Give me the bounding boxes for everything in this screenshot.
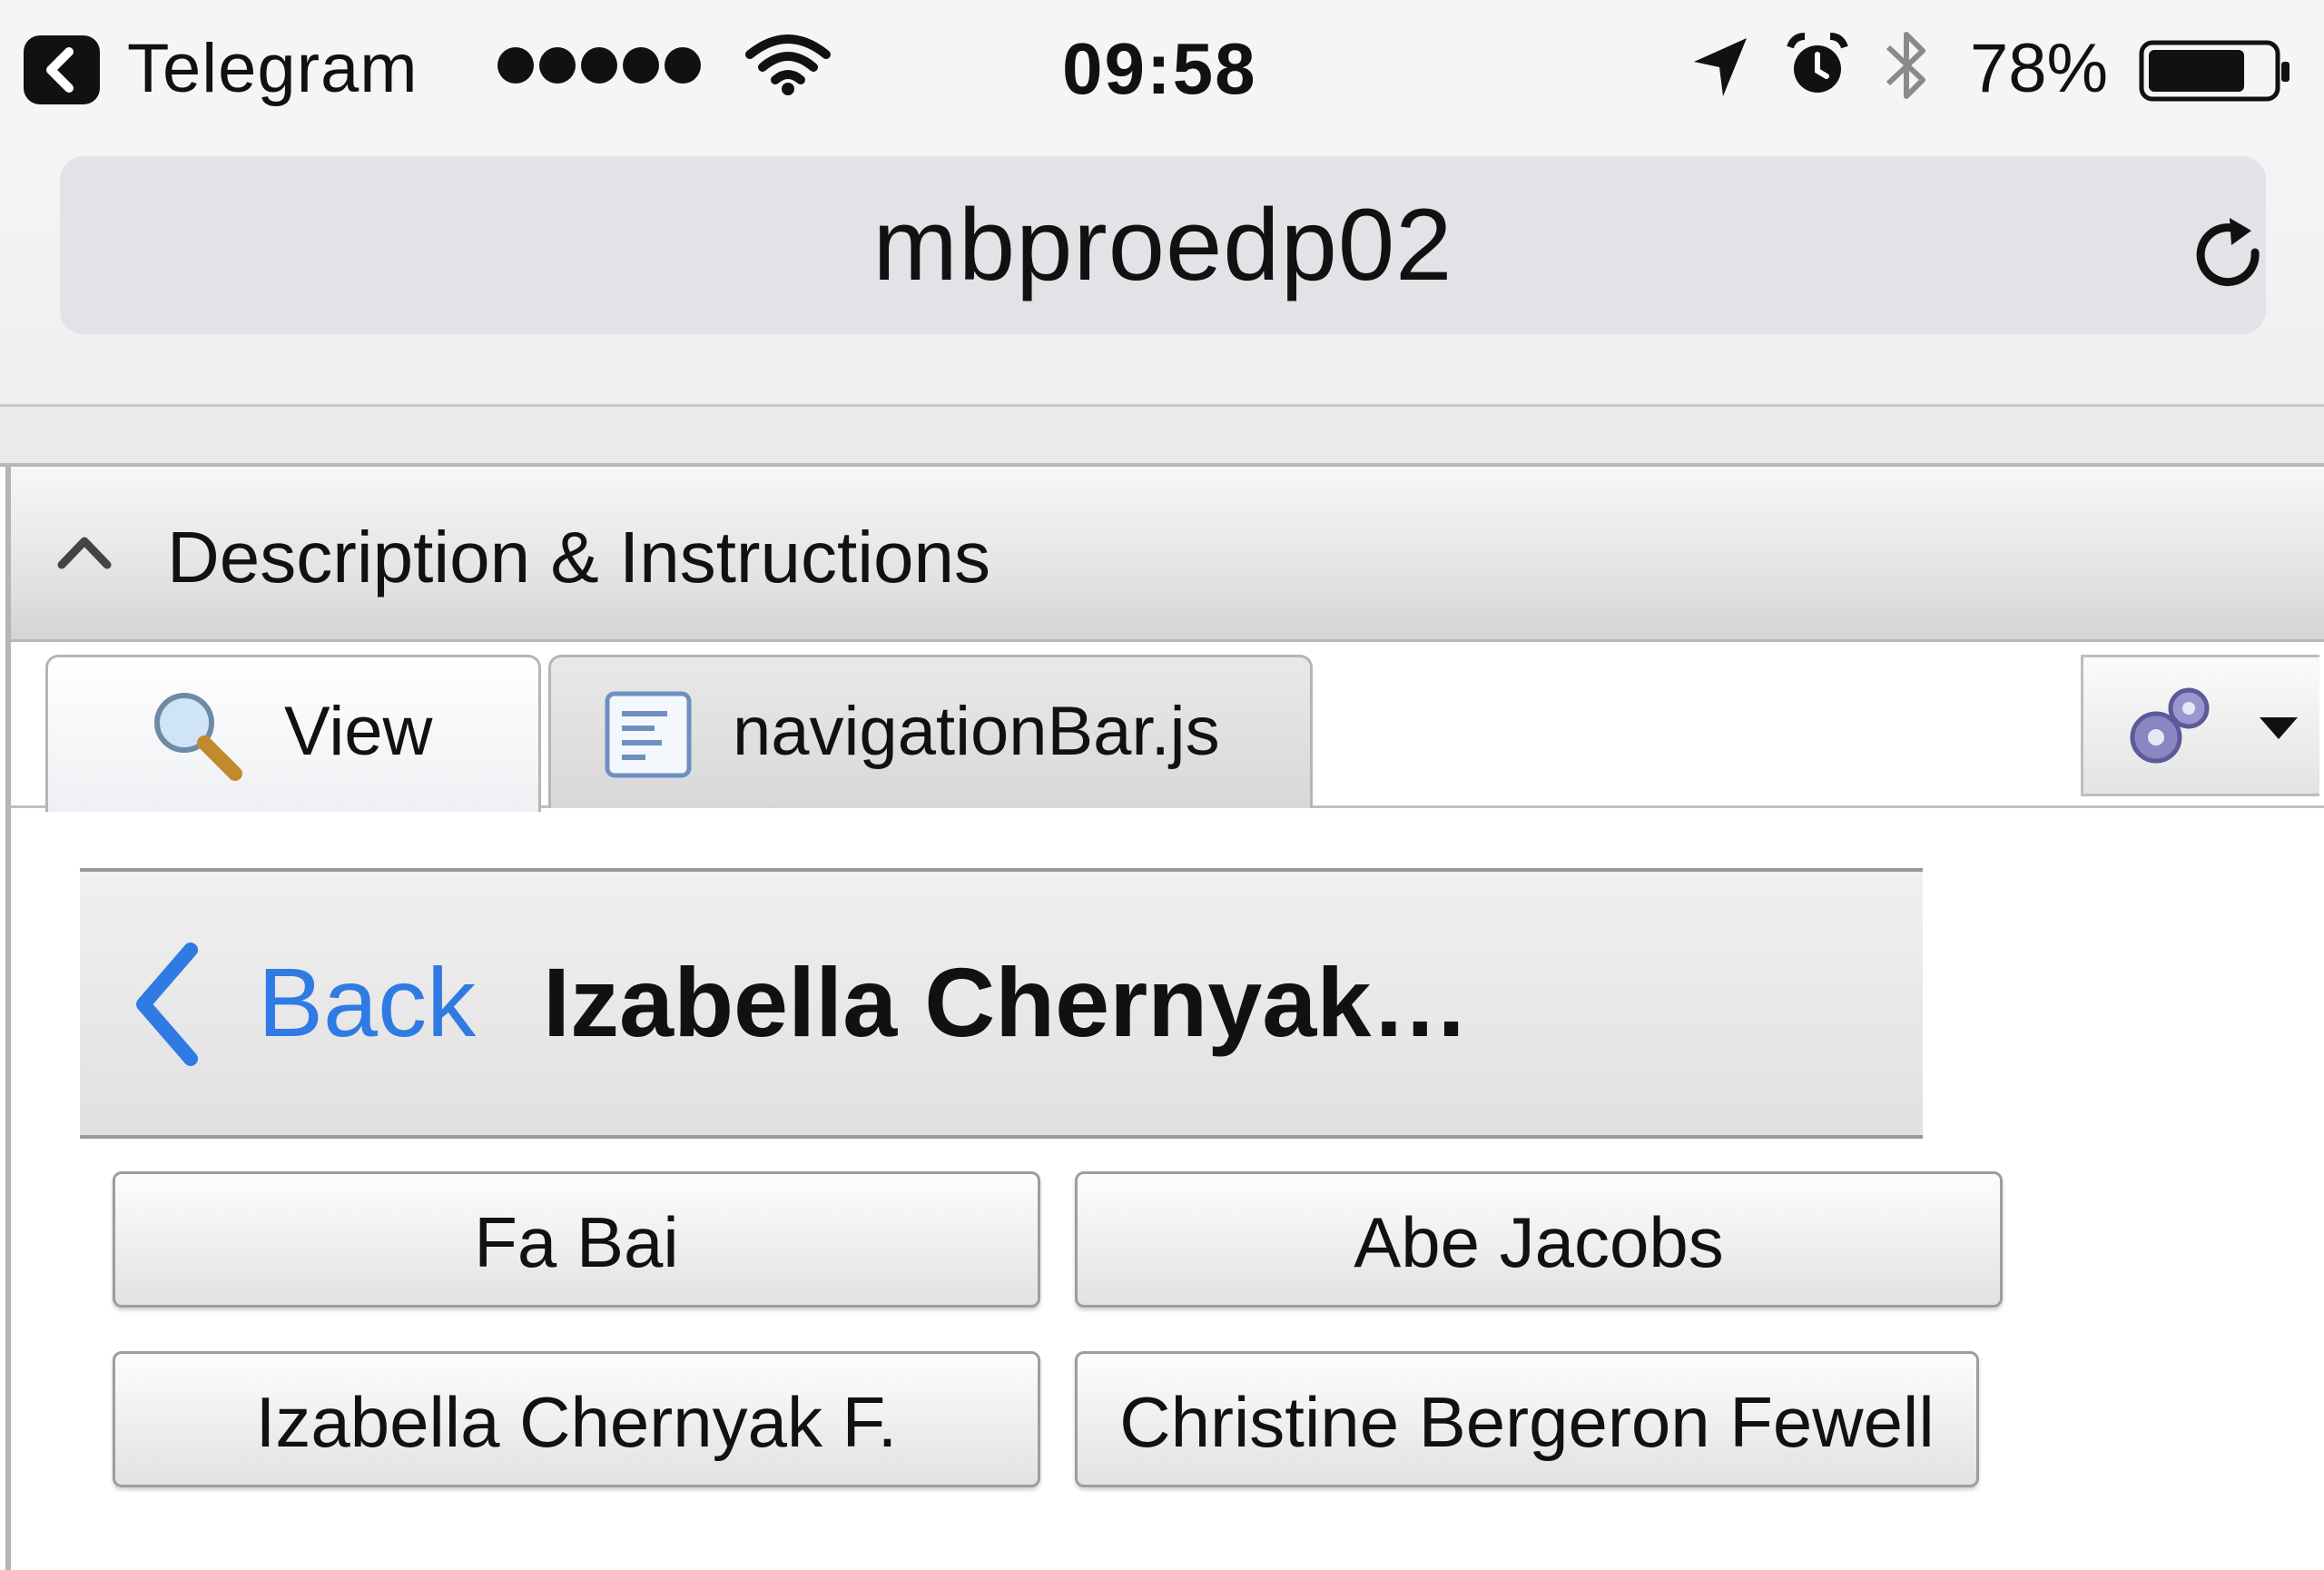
address-bar[interactable]: mbproedp02 [60, 156, 2266, 334]
contact-button[interactable]: Abe Jacobs [1075, 1171, 2003, 1308]
battery-percent: 78% [1970, 30, 2109, 107]
clock-time: 09:58 [1062, 28, 1257, 109]
reload-icon[interactable] [2184, 211, 2275, 301]
magnifier-icon [146, 685, 246, 789]
description-header[interactable]: Description & Instructions [11, 467, 2324, 642]
app-navigation-bar: Back Izabella Chernyak… [80, 868, 1923, 1139]
tab-navigationbar-js[interactable]: navigationBar.js [548, 655, 1313, 808]
tab-view-label: View [284, 693, 433, 770]
url-text[interactable]: mbproedp02 [60, 156, 2266, 334]
status-bar: Telegram 09:58 78% [0, 0, 2324, 132]
back-chevron-icon[interactable] [127, 941, 209, 1072]
back-to-app-icon[interactable] [24, 35, 100, 104]
navbar-title: Izabella Chernyak… [543, 947, 1470, 1057]
playground-panel: Description & Instructions View navigati… [5, 467, 2324, 1570]
back-app-label[interactable]: Telegram [127, 24, 419, 114]
description-title: Description & Instructions [167, 517, 991, 597]
settings-dropdown[interactable] [2081, 655, 2319, 796]
chevron-up-icon[interactable] [53, 528, 116, 578]
contact-button[interactable]: Christine Bergeron Fewell [1075, 1351, 1979, 1487]
page-divider [0, 407, 2324, 467]
alarm-icon [1781, 29, 1854, 106]
tab-file-label: navigationBar.js [733, 693, 1220, 770]
tab-view[interactable]: View [45, 655, 541, 812]
chevron-down-icon [2256, 714, 2301, 746]
wifi-icon [744, 33, 832, 101]
browser-toolbar: mbproedp02 [0, 132, 2324, 407]
location-arrow-icon [1689, 33, 1752, 106]
contact-button[interactable]: Fa Bai [113, 1171, 1040, 1308]
gears-icon [2118, 677, 2218, 782]
signal-dots-icon [497, 47, 706, 88]
battery-icon [2139, 40, 2293, 108]
tab-bar: View navigationBar.js [11, 642, 2324, 812]
contact-button[interactable]: Izabella Chernyak F. [113, 1351, 1040, 1487]
back-button[interactable]: Back [258, 948, 476, 1057]
bluetooth-icon [1879, 25, 1934, 112]
document-icon [598, 685, 698, 789]
